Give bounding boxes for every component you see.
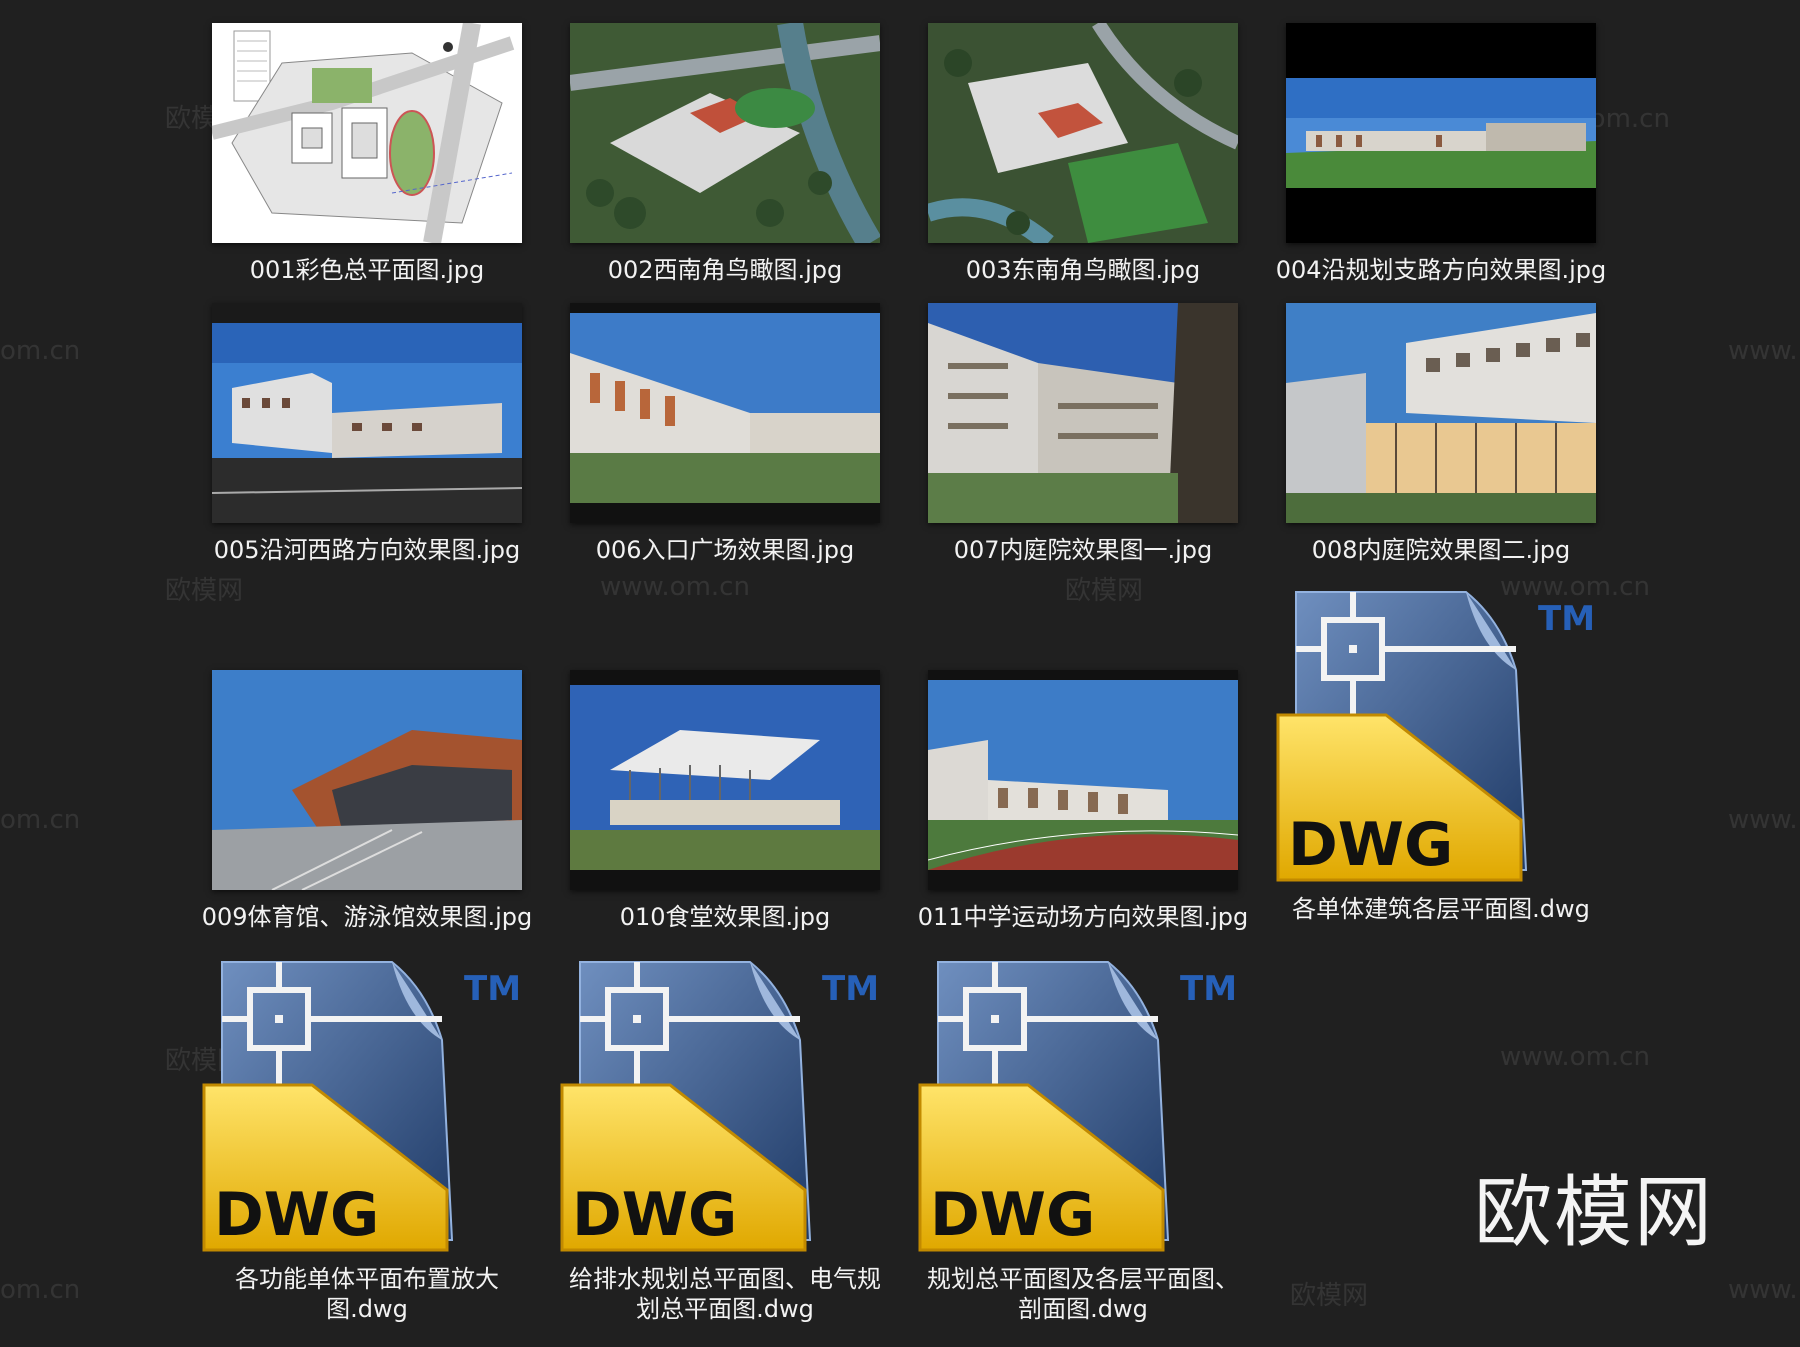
file-item[interactable]: DWG TM 规划总平面图及各层平面图、剖面图.dwg	[905, 960, 1261, 1324]
dwg-label: DWG	[930, 1180, 1095, 1250]
brand-logo-text: 欧模网	[1474, 1168, 1715, 1258]
dwg-label: DWG	[1288, 810, 1453, 880]
file-name[interactable]: 001彩色总平面图.jpg	[250, 255, 485, 285]
file-name[interactable]: 003东南角鸟瞰图.jpg	[966, 255, 1201, 285]
file-item[interactable]: 003东南角鸟瞰图.jpg	[905, 23, 1261, 285]
file-item[interactable]: 009体育馆、游泳馆效果图.jpg	[189, 670, 545, 932]
file-thumbnail[interactable]	[1286, 23, 1596, 243]
watermark: www.om.cn	[600, 572, 750, 602]
file-item[interactable]: DWG TM 各功能单体平面布置放大图.dwg	[189, 960, 545, 1324]
file-browser-grid: 欧模网 www.om.cn om.cn 欧模网 欧模网 www. 欧模网 www…	[0, 0, 1800, 1347]
file-name[interactable]: 005沿河西路方向效果图.jpg	[214, 535, 521, 565]
file-name[interactable]: 002西南角鸟瞰图.jpg	[608, 255, 843, 285]
file-item[interactable]: 002西南角鸟瞰图.jpg	[547, 23, 903, 285]
dwg-label: DWG	[214, 1180, 379, 1250]
watermark: www.	[1728, 805, 1798, 835]
watermark: www.	[1728, 1275, 1798, 1305]
watermark: 欧模网	[165, 576, 244, 606]
file-thumbnail[interactable]	[212, 670, 522, 890]
file-thumbnail[interactable]	[1286, 303, 1596, 523]
file-name[interactable]: 各功能单体平面布置放大图.dwg	[202, 1264, 532, 1324]
file-name[interactable]: 008内庭院效果图二.jpg	[1312, 535, 1571, 565]
dwg-file-icon[interactable]: DWG TM	[918, 960, 1248, 1270]
watermark: www.om.cn	[1500, 1042, 1650, 1072]
tm-mark: TM	[1538, 599, 1595, 639]
file-thumbnail[interactable]	[212, 23, 522, 243]
file-thumbnail[interactable]	[928, 303, 1238, 523]
file-name[interactable]: 006入口广场效果图.jpg	[596, 535, 855, 565]
watermark: www.	[1728, 336, 1798, 366]
file-item[interactable]: 005沿河西路方向效果图.jpg	[189, 303, 545, 565]
file-name[interactable]: 007内庭院效果图一.jpg	[954, 535, 1213, 565]
file-item[interactable]: 010食堂效果图.jpg	[547, 670, 903, 932]
watermark: 欧模网	[1290, 1281, 1369, 1311]
file-item[interactable]: 006入口广场效果图.jpg	[547, 303, 903, 565]
file-item[interactable]: 007内庭院效果图一.jpg	[905, 303, 1261, 565]
tm-mark: TM	[822, 969, 879, 1009]
tm-mark: TM	[1180, 969, 1237, 1009]
file-thumbnail[interactable]	[212, 303, 522, 523]
file-item[interactable]: DWG TM 给排水规划总平面图、电气规划总平面图.dwg	[547, 960, 903, 1324]
dwg-file-icon[interactable]: DWG TM	[1276, 590, 1606, 900]
file-name[interactable]: 004沿规划支路方向效果图.jpg	[1276, 255, 1607, 285]
file-thumbnail[interactable]	[570, 23, 880, 243]
watermark: om.cn	[0, 1275, 81, 1305]
dwg-file-icon[interactable]: DWG TM	[202, 960, 532, 1270]
file-item[interactable]: DWG TM 各单体建筑各层平面图.dwg	[1263, 590, 1619, 924]
watermark: om.cn	[0, 805, 81, 835]
file-thumbnail[interactable]	[928, 670, 1238, 890]
file-item[interactable]: 001彩色总平面图.jpg	[189, 23, 545, 285]
tm-mark: TM	[464, 969, 521, 1009]
file-item[interactable]: 004沿规划支路方向效果图.jpg	[1263, 23, 1619, 285]
file-item[interactable]: 008内庭院效果图二.jpg	[1263, 303, 1619, 565]
watermark: 欧模网	[1065, 576, 1144, 606]
file-name[interactable]: 规划总平面图及各层平面图、剖面图.dwg	[918, 1264, 1248, 1324]
file-item[interactable]: 011中学运动场方向效果图.jpg	[905, 670, 1261, 932]
dwg-file-icon[interactable]: DWG TM	[560, 960, 890, 1270]
dwg-label: DWG	[572, 1180, 737, 1250]
file-name[interactable]: 给排水规划总平面图、电气规划总平面图.dwg	[560, 1264, 890, 1324]
watermark: om.cn	[0, 336, 81, 366]
file-name[interactable]: 010食堂效果图.jpg	[620, 902, 831, 932]
file-name[interactable]: 009体育馆、游泳馆效果图.jpg	[202, 902, 533, 932]
file-thumbnail[interactable]	[570, 303, 880, 523]
file-thumbnail[interactable]	[570, 670, 880, 890]
file-name[interactable]: 011中学运动场方向效果图.jpg	[918, 902, 1249, 932]
file-thumbnail[interactable]	[928, 23, 1238, 243]
